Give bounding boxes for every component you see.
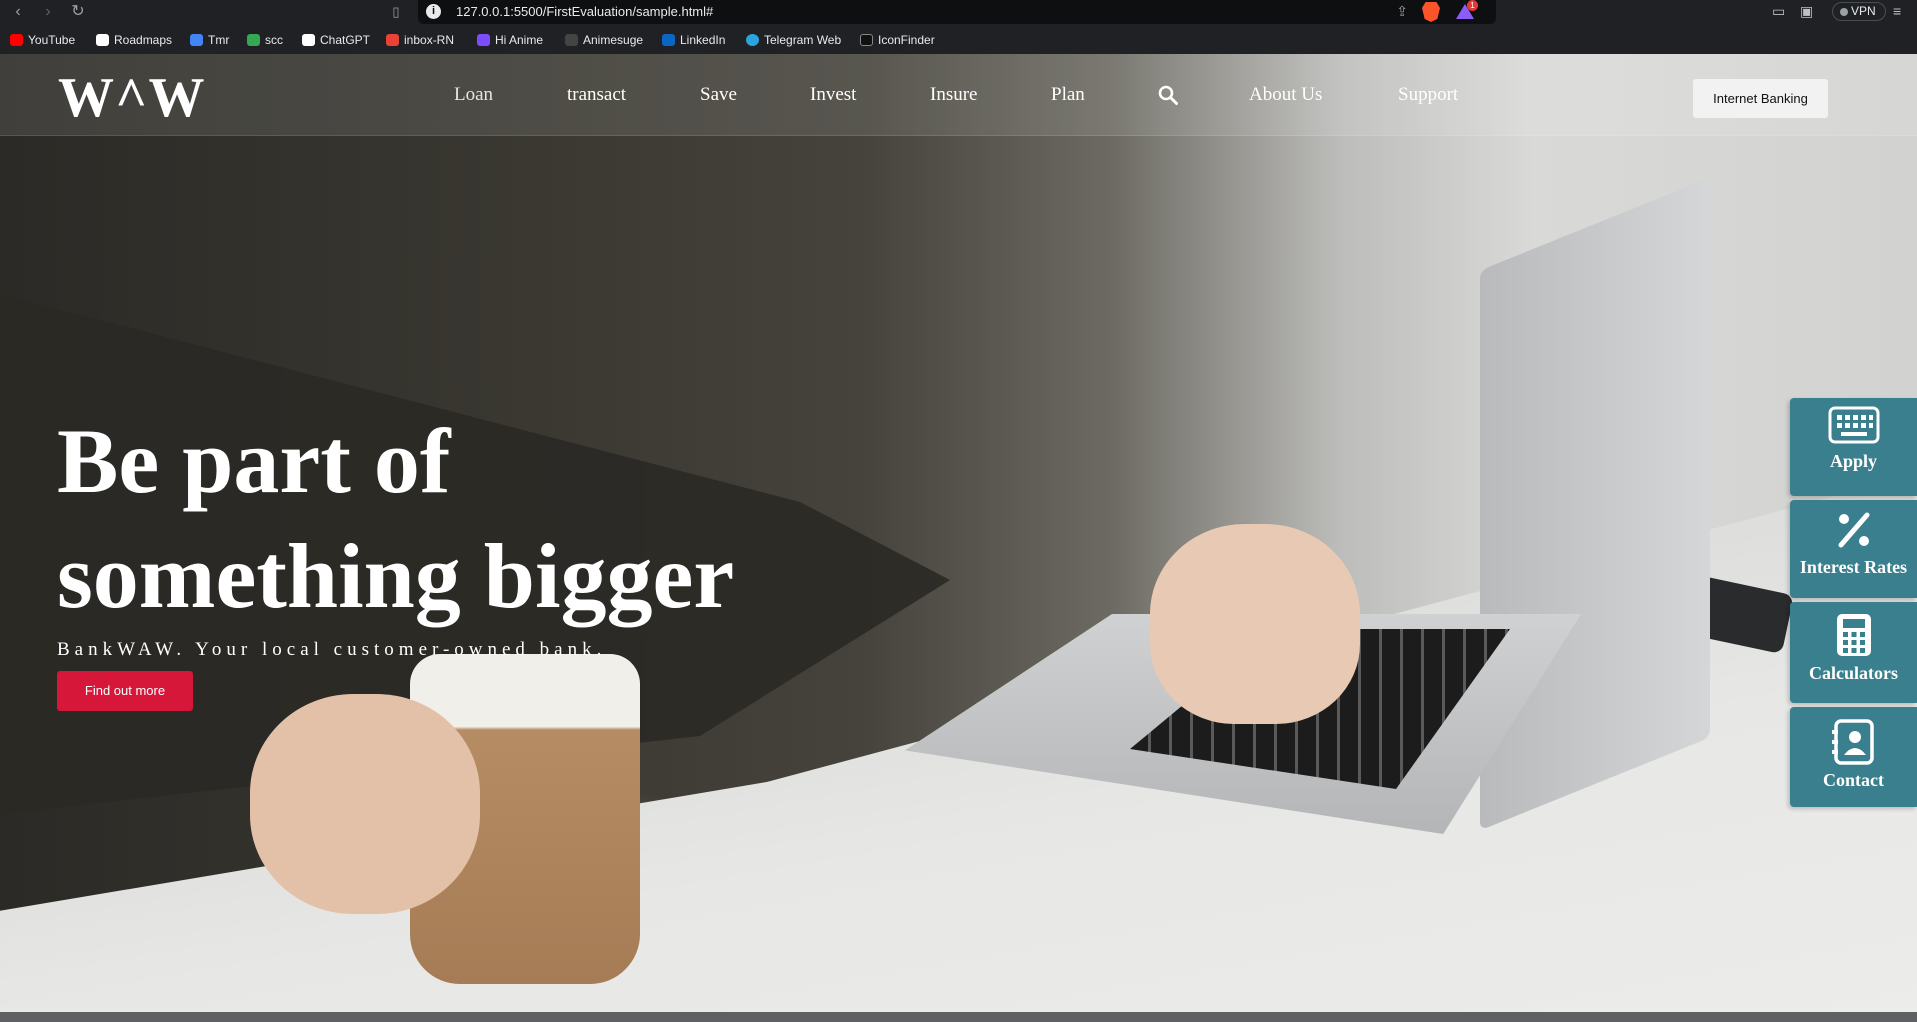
bookmark-telegram[interactable]: Telegram Web — [746, 32, 841, 48]
internet-banking-button[interactable]: Internet Banking — [1693, 79, 1828, 118]
animesuge-icon — [565, 34, 578, 46]
hero-title: Be part of something bigger — [57, 404, 917, 634]
share-icon[interactable]: ⇪ — [1396, 3, 1408, 20]
bookmark-tmr[interactable]: Tmr — [190, 32, 229, 48]
site-header: W^W Loan transact Save Invest Insure Pla… — [0, 54, 1917, 136]
horizontal-scrollbar[interactable] — [0, 1012, 1917, 1022]
hero-title-line2: something bigger — [57, 525, 735, 627]
percent-icon — [1838, 512, 1869, 548]
back-icon[interactable]: ‹ — [8, 2, 28, 22]
address-bar[interactable]: i 127.0.0.1:5500/FirstEvaluation/sample.… — [418, 0, 1496, 24]
tmr-icon — [190, 34, 203, 46]
hero-photo-hand-cup — [250, 694, 480, 914]
find-out-more-button[interactable]: Find out more — [57, 671, 193, 711]
vpn-button[interactable]: VPN — [1832, 2, 1886, 21]
nav-insure[interactable]: Insure — [930, 84, 977, 106]
gmail-icon — [386, 34, 399, 46]
site-logo[interactable]: W^W — [58, 68, 206, 128]
iconfinder-icon — [860, 34, 873, 46]
hero-subtitle: BankWAW. Your local customer-owned bank. — [57, 639, 607, 660]
interest-rates-label: Interest Rates — [1799, 557, 1908, 577]
calculators-button[interactable]: Calculators — [1790, 602, 1917, 703]
interest-rates-button[interactable]: Interest Rates — [1790, 500, 1917, 598]
bookmark-inbox[interactable]: inbox-RN — [386, 32, 454, 48]
scc-icon — [247, 34, 260, 46]
bookmark-animesuge[interactable]: Animesuge — [565, 32, 643, 48]
nav-transact[interactable]: transact — [567, 84, 626, 106]
hero-photo-laptop-lid — [1480, 177, 1710, 831]
contact-card-icon — [1831, 719, 1874, 765]
nav-plan[interactable]: Plan — [1051, 84, 1085, 106]
youtube-icon — [10, 34, 23, 46]
bookmark-roadmaps[interactable]: Roadmaps — [96, 32, 172, 48]
nav-invest[interactable]: Invest — [810, 84, 856, 106]
bookmark-scc[interactable]: scc — [247, 32, 283, 48]
nav-about-us[interactable]: About Us — [1249, 84, 1322, 106]
apply-button[interactable]: Apply — [1790, 398, 1917, 496]
brave-shield-icon[interactable] — [1422, 2, 1440, 22]
wallet-icon[interactable]: ▣ — [1800, 3, 1813, 20]
telegram-icon — [746, 34, 759, 46]
side-quick-links: Apply Interest Rates Calculators Contact — [1790, 398, 1917, 811]
url-text[interactable]: 127.0.0.1:5500/FirstEvaluation/sample.ht… — [456, 4, 713, 20]
contact-button[interactable]: Contact — [1790, 707, 1917, 807]
nav-support[interactable]: Support — [1398, 84, 1458, 106]
bookmark-youtube[interactable]: YouTube — [10, 32, 75, 48]
reload-icon[interactable]: ↻ — [68, 2, 88, 22]
nav-save[interactable]: Save — [700, 84, 737, 106]
page-content: W^W Loan transact Save Invest Insure Pla… — [0, 54, 1917, 1012]
keyboard-icon — [1828, 406, 1879, 444]
nav-loan[interactable]: Loan — [454, 84, 493, 106]
hero-photo-hand — [1150, 524, 1360, 724]
linkedin-icon — [662, 34, 675, 46]
contact-label: Contact — [1823, 770, 1884, 790]
browser-toolbar: ‹ › ↻ ▯ i 127.0.0.1:5500/FirstEvaluation… — [0, 0, 1917, 24]
roadmaps-icon — [96, 34, 109, 46]
notification-badge: 1 — [1467, 0, 1478, 11]
bookmark-chatgpt[interactable]: ChatGPT — [302, 32, 370, 48]
menu-icon[interactable]: ≡ — [1893, 3, 1901, 19]
site-info-icon[interactable]: i — [426, 4, 441, 19]
hero-title-line1: Be part of — [57, 410, 451, 512]
sidebar-toggle-icon[interactable]: ▭ — [1772, 3, 1785, 20]
bookmark-iconfinder[interactable]: IconFinder — [860, 32, 935, 48]
bookmark-linkedin[interactable]: LinkedIn — [662, 32, 725, 48]
calculators-label: Calculators — [1809, 663, 1898, 683]
bookmark-hi-anime[interactable]: Hi Anime — [477, 32, 543, 48]
bookmark-icon[interactable]: ▯ — [386, 2, 406, 22]
hi-anime-icon — [477, 34, 490, 46]
bookmarks-bar: YouTube Roadmaps Tmr scc ChatGPT inbox-R… — [0, 24, 1917, 54]
search-icon[interactable] — [1158, 85, 1178, 105]
forward-icon[interactable]: › — [38, 2, 58, 22]
apply-label: Apply — [1829, 451, 1878, 471]
calculator-icon — [1836, 614, 1871, 656]
chatgpt-icon — [302, 34, 315, 46]
